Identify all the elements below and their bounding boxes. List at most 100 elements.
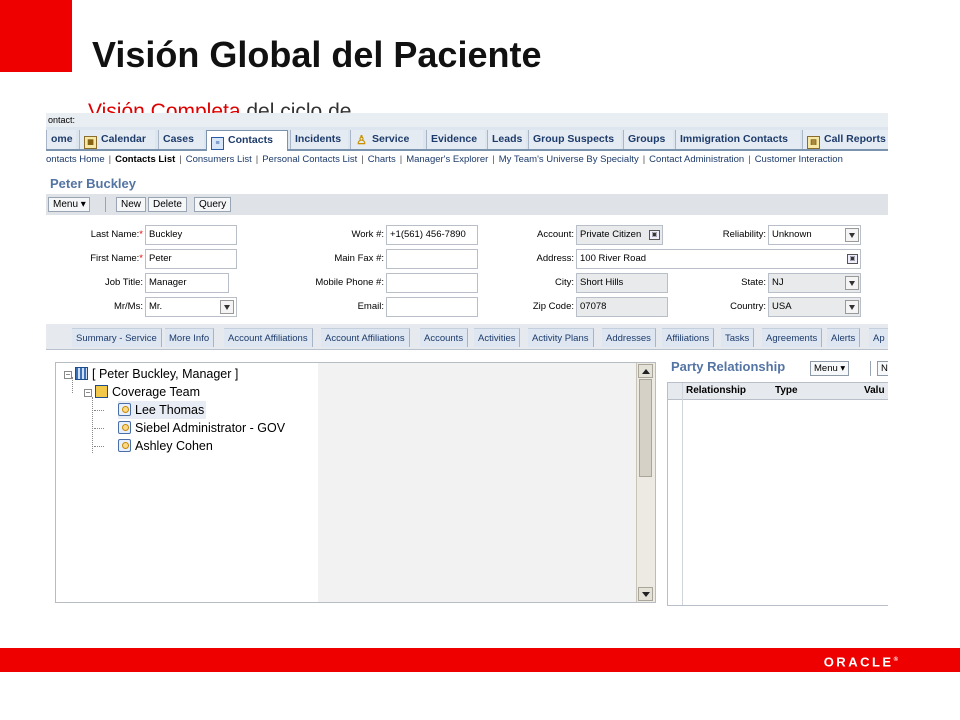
chevron-down-icon[interactable] (845, 276, 859, 290)
relationship-tree: −[ Peter Buckley, Manager ] − Coverage Te… (55, 362, 656, 603)
address-picker-icon[interactable]: ▣ (847, 254, 858, 264)
tab-contacts-label: Contacts (228, 134, 273, 146)
link-my-teams-universe[interactable]: My Team's Universe By Specialty (499, 154, 639, 165)
tab-incidents[interactable]: Incidents (290, 130, 348, 149)
column-type[interactable]: Type (775, 383, 798, 399)
address-field[interactable]: 100 River Road (576, 249, 861, 269)
tab-service[interactable]: ♙ Service (350, 130, 423, 149)
work-phone-label: Work #: (351, 229, 384, 240)
address-label: Address: (536, 253, 575, 264)
zip-code-field[interactable]: 07078 (576, 297, 668, 317)
mobile-phone-field[interactable] (386, 273, 478, 293)
tab-groups[interactable]: Groups (623, 130, 673, 149)
email-field[interactable] (386, 297, 478, 317)
user-icon (118, 421, 131, 434)
tree-team-node[interactable]: − Coverage Team (84, 383, 200, 401)
collapse-icon[interactable]: − (84, 389, 92, 397)
column-value[interactable]: Valu (864, 383, 885, 399)
tab-ap[interactable]: Ap (869, 328, 888, 347)
query-button[interactable]: Query (194, 197, 232, 212)
tab-calendar-label: Calendar (101, 133, 146, 145)
tab-leads[interactable]: Leads (487, 130, 526, 149)
main-fax-field[interactable] (386, 249, 478, 269)
calendar-icon: ▦ (84, 136, 97, 149)
first-name-field[interactable]: Peter (145, 249, 237, 269)
tab-immigration-contacts[interactable]: Immigration Contacts (675, 130, 800, 149)
tab-call-reports[interactable]: ▤ Call Reports (802, 130, 888, 149)
main-fax-label: Main Fax #: (334, 253, 384, 264)
tree-member-node[interactable]: Ashley Cohen (118, 437, 213, 455)
tab-cases[interactable]: Cases (158, 130, 204, 149)
row-selector-gutter (682, 383, 683, 605)
chevron-down-icon[interactable] (845, 300, 859, 314)
column-relationship[interactable]: Relationship (686, 383, 746, 399)
job-title-field[interactable]: Manager (145, 273, 229, 293)
table-header: Relationship Type Valu (668, 383, 888, 400)
toolbar-divider (105, 197, 106, 212)
link-consumers-list[interactable]: Consumers List (186, 154, 252, 165)
menu-button[interactable]: Menu ▾ (48, 197, 90, 212)
oracle-logo-text: ORACLE (823, 654, 894, 670)
tab-calendar[interactable]: ▦ Calendar (79, 130, 155, 149)
record-title: Peter Buckley (50, 176, 136, 191)
tab-affiliations[interactable]: Affiliations (662, 328, 715, 347)
link-customer-interaction[interactable]: Customer Interaction (755, 154, 843, 165)
picker-icon[interactable]: ▣ (649, 230, 660, 240)
app-header: ontact: (46, 113, 888, 127)
user-icon (118, 439, 131, 452)
scroll-thumb[interactable] (639, 379, 652, 477)
link-personal-contacts-list[interactable]: Personal Contacts List (262, 154, 357, 165)
mobile-phone-label: Mobile Phone #: (315, 277, 384, 288)
tab-contacts[interactable]: ≡ Contacts (206, 130, 288, 151)
tab-addresses[interactable]: Addresses (602, 328, 656, 347)
tab-home[interactable]: ome (46, 130, 76, 149)
main-tabbar: ome ▦ Calendar Cases ≡ Contacts Incidents … (46, 127, 888, 151)
sub-navigation: ontacts Home | Contacts List | Consumers Lis… (46, 154, 843, 165)
tab-account-affiliations[interactable]: Account Affiliations (224, 328, 313, 347)
tree-member-node[interactable]: Siebel Administrator - GOV (118, 419, 285, 437)
tab-agreements[interactable]: Agreements (762, 328, 823, 347)
tree-member-label: Siebel Administrator - GOV (135, 421, 286, 435)
tab-accounts[interactable]: Accounts (420, 328, 469, 347)
team-icon (95, 385, 108, 398)
new-button[interactable]: New (116, 197, 147, 212)
party-menu-button[interactable]: Menu ▾ (810, 361, 850, 376)
tree-root-node[interactable]: − [ Peter Buckley, Manager ] (64, 365, 238, 383)
tree-connector (94, 410, 104, 411)
chevron-down-icon[interactable] (220, 300, 234, 314)
account-label: Account: (537, 229, 574, 240)
tab-call-reports-label: Call Reports (824, 133, 886, 145)
tab-evidence[interactable]: Evidence (426, 130, 485, 149)
view-tabbar: Summary - Service More Info Account Affi… (46, 324, 888, 350)
scroll-up-icon[interactable] (638, 364, 653, 378)
tab-activities[interactable]: Activities (474, 328, 521, 347)
delete-button[interactable]: Delete (148, 197, 187, 212)
scroll-down-icon[interactable] (638, 587, 653, 601)
tree-connector (94, 428, 104, 429)
tree-scrollbar[interactable] (636, 363, 655, 602)
tab-more-info[interactable]: More Info (165, 328, 215, 347)
tab-group-suspects[interactable]: Group Suspects (528, 130, 621, 149)
last-name-field[interactable]: Buckley (145, 225, 237, 245)
link-managers-explorer[interactable]: Manager's Explorer (406, 154, 488, 165)
collapse-icon[interactable]: − (64, 371, 72, 379)
tab-tasks[interactable]: Tasks (721, 328, 755, 347)
tab-activity-plans[interactable]: Activity Plans (528, 328, 594, 347)
link-contacts-home[interactable]: ontacts Home (46, 154, 105, 165)
chevron-down-icon[interactable] (845, 228, 859, 242)
party-relationship-pane: Party Relationship Menu ▾ N Relationship… (667, 355, 888, 606)
country-label: Country: (730, 301, 766, 312)
link-contact-administration[interactable]: Contact Administration (649, 154, 744, 165)
party-new-button[interactable]: N (877, 361, 888, 376)
reliability-label: Reliability: (722, 229, 766, 240)
work-phone-field[interactable]: +1(561) 456-7890 (386, 225, 478, 245)
tab-summary-service[interactable]: Summary - Service (72, 328, 162, 347)
link-contacts-list[interactable]: Contacts List (115, 154, 175, 165)
city-field[interactable]: Short Hills (576, 273, 668, 293)
tree-member-node[interactable]: Lee Thomas (118, 401, 207, 419)
tab-account-affiliations-2[interactable]: Account Affiliations (321, 328, 410, 347)
tab-alerts[interactable]: Alerts (827, 328, 861, 347)
siebel-screenshot: ontact: ome ▦ Calendar Cases ≡ Contacts In… (46, 113, 888, 606)
mrms-label: Mr/Ms: (113, 301, 143, 312)
link-charts[interactable]: Charts (368, 154, 396, 165)
